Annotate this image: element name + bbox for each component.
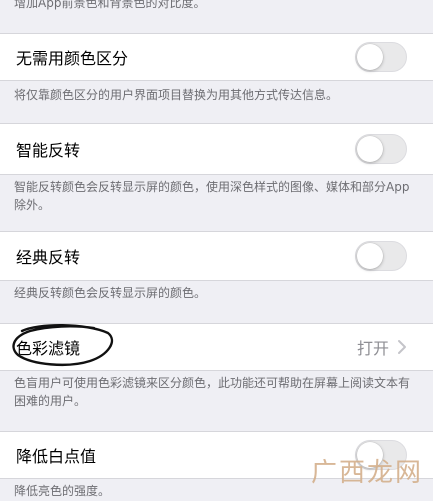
- no-color-label: 无需用颜色区分: [16, 49, 129, 68]
- classic-invert-label: 经典反转: [16, 248, 81, 267]
- no-color-row[interactable]: 无需用颜色区分: [0, 33, 433, 81]
- no-color-footer: 将仅靠颜色区分的用户界面项目替换为用其他方式传达信息。: [14, 88, 339, 102]
- watermark-logo: 广西龙网: [310, 458, 423, 488]
- top-footer: 增加App前景色和背景色的对比度。: [14, 0, 206, 10]
- toggle-knob: [357, 243, 383, 269]
- smart-invert-toggle[interactable]: [355, 134, 407, 164]
- color-filters-value: 打开: [356, 339, 389, 358]
- color-filters-row[interactable]: 色彩滤镜 打开: [0, 323, 433, 371]
- toggle-knob: [357, 136, 383, 162]
- classic-invert-footer: 经典反转颜色会反转显示屏的颜色。: [14, 286, 207, 300]
- smart-invert-label: 智能反转: [16, 141, 81, 160]
- color-filters-value-group: 打开: [357, 335, 407, 359]
- color-filters-label: 色彩滤镜: [16, 339, 81, 358]
- smart-invert-row[interactable]: 智能反转: [0, 123, 433, 175]
- no-color-toggle[interactable]: [355, 42, 407, 72]
- classic-invert-toggle[interactable]: [355, 241, 407, 271]
- reduce-white-point-label: 降低白点值: [16, 447, 97, 466]
- color-filters-footer: 色盲用户可使用色彩滤镜来区分颜色，此功能还可帮助在屏幕上阅读文本有困难的用户。: [14, 376, 411, 408]
- chevron-right-icon: [398, 340, 406, 354]
- classic-invert-row[interactable]: 经典反转: [0, 231, 433, 281]
- toggle-knob: [357, 44, 383, 70]
- smart-invert-footer: 智能反转颜色会反转显示屏的颜色，使用深色样式的图像、媒体和部分App除外。: [14, 180, 410, 212]
- accessibility-display-settings: 增加App前景色和背景色的对比度。 无需用颜色区分 将仅靠颜色区分的用户界面项目…: [0, 0, 433, 501]
